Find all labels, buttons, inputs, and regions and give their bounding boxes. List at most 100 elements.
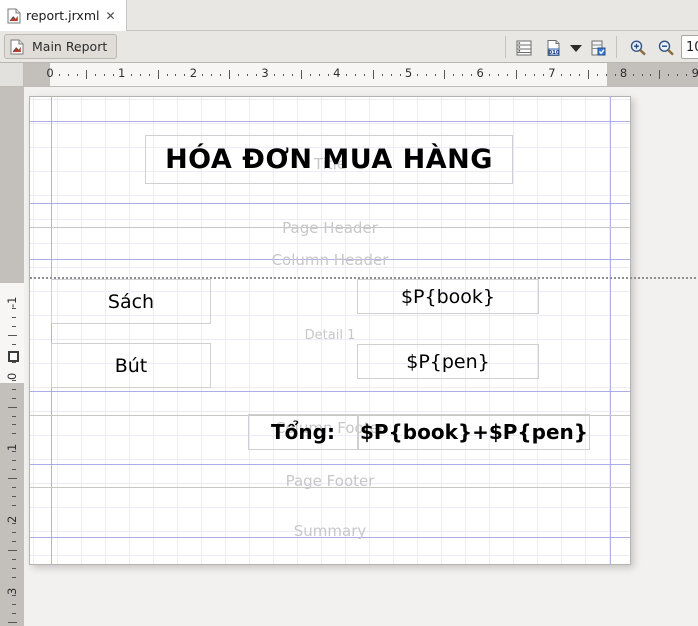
ruler-tick bbox=[86, 70, 87, 79]
vertical-ruler: -10123 bbox=[0, 87, 24, 626]
main-report-label: Main Report bbox=[32, 39, 107, 54]
item-label-but[interactable]: Bút bbox=[51, 343, 211, 388]
ruler-tick-label: 1 bbox=[118, 66, 125, 80]
ruler-tick bbox=[301, 70, 302, 79]
zoom-level-input[interactable]: 100% bbox=[681, 35, 698, 59]
ruler-tick bbox=[561, 74, 562, 76]
report-data-010-icon[interactable]: 010 bbox=[542, 36, 566, 59]
main-report-button[interactable]: Main Report bbox=[4, 34, 117, 59]
ruler-tick bbox=[310, 74, 311, 76]
ruler-tick bbox=[113, 74, 114, 76]
ruler-tick bbox=[95, 74, 96, 76]
toolbar-separator bbox=[505, 36, 506, 58]
ruler-tick bbox=[12, 398, 16, 399]
ruler-tick bbox=[489, 74, 490, 76]
ruler-tick bbox=[292, 74, 293, 76]
ruler-tick bbox=[642, 74, 643, 76]
zoom-out-icon[interactable] bbox=[654, 36, 678, 59]
ruler-tick bbox=[12, 541, 16, 542]
band-label-summary: Summary bbox=[30, 522, 630, 540]
ruler-tick bbox=[435, 74, 436, 76]
ruler-tick bbox=[606, 74, 607, 76]
ruler-tick bbox=[650, 74, 651, 76]
ruler-tick-label: -1 bbox=[5, 297, 19, 308]
ruler-tick bbox=[202, 74, 203, 76]
ruler-tick-label: 8 bbox=[620, 66, 627, 80]
ruler-tick bbox=[12, 577, 16, 578]
ruler-tick bbox=[417, 74, 418, 76]
ruler-tick bbox=[516, 70, 517, 79]
band-label-column-header: Column Header bbox=[30, 251, 630, 269]
ruler-tick bbox=[12, 559, 16, 560]
ruler-tick bbox=[12, 613, 16, 614]
ruler-tick-label: 1 bbox=[5, 444, 19, 451]
ruler-tick bbox=[238, 74, 239, 76]
ruler-tick-label: 2 bbox=[5, 516, 19, 523]
ruler-tick bbox=[59, 74, 60, 76]
ruler-tick bbox=[12, 424, 16, 425]
ruler-tick bbox=[597, 74, 598, 76]
ruler-tick bbox=[328, 74, 329, 76]
ruler-tick bbox=[12, 568, 16, 569]
item-label-sach[interactable]: Sách bbox=[51, 279, 211, 324]
ruler-tick-label: 4 bbox=[333, 66, 340, 80]
ruler-tick-label: 2 bbox=[190, 66, 197, 80]
ruler-tick bbox=[659, 70, 660, 79]
ruler-tick bbox=[175, 74, 176, 76]
item-field-book[interactable]: $P{book} bbox=[357, 279, 539, 314]
ruler-tick bbox=[8, 478, 17, 479]
ruler-tick bbox=[355, 74, 356, 76]
report-file-icon bbox=[10, 39, 24, 55]
ruler-tick bbox=[633, 74, 634, 76]
ruler-tick-label: 3 bbox=[261, 66, 268, 80]
horizontal-ruler: 0123456789 bbox=[24, 63, 698, 87]
ruler-tick bbox=[400, 74, 401, 76]
report-file-icon bbox=[7, 8, 21, 24]
total-label[interactable]: Tổng: bbox=[248, 414, 358, 450]
ruler-tick bbox=[283, 74, 284, 76]
band-label-page-footer: Page Footer bbox=[30, 472, 630, 490]
ruler-tick bbox=[686, 74, 687, 76]
ruler-tick bbox=[346, 74, 347, 76]
ruler-tick bbox=[12, 389, 16, 390]
report-page[interactable]: Title Page Header Column Header Detail 1… bbox=[29, 96, 631, 565]
ruler-tick bbox=[8, 550, 17, 551]
toolbar-separator bbox=[616, 36, 617, 58]
ruler-tick bbox=[8, 407, 17, 408]
ruler-tick bbox=[391, 74, 392, 76]
ruler-tick bbox=[12, 469, 16, 470]
zoom-in-icon[interactable] bbox=[626, 36, 650, 59]
ruler-tick bbox=[8, 622, 17, 623]
report-properties-icon[interactable] bbox=[586, 36, 610, 59]
report-design-canvas[interactable]: Title Page Header Column Header Detail 1… bbox=[24, 87, 698, 626]
ruler-tick bbox=[373, 70, 374, 79]
ruler-tick bbox=[167, 74, 168, 76]
ruler-tick bbox=[364, 74, 365, 76]
ruler-tick bbox=[12, 532, 16, 533]
close-icon[interactable]: ✕ bbox=[105, 10, 115, 22]
ruler-tick bbox=[12, 487, 16, 488]
ruler-tick-label: 5 bbox=[405, 66, 412, 80]
ruler-tick bbox=[498, 74, 499, 76]
ruler-tick bbox=[12, 505, 16, 506]
report-bands-icon[interactable] bbox=[512, 36, 536, 59]
ruler-tick bbox=[382, 74, 383, 76]
editor-tab-report-jrxml[interactable]: report.jrxml ✕ bbox=[0, 0, 127, 31]
item-field-pen[interactable]: $P{pen} bbox=[357, 344, 539, 379]
ruler-tick-label: 3 bbox=[5, 587, 19, 594]
dropdown-arrow-icon[interactable] bbox=[564, 36, 588, 59]
ruler-tick bbox=[588, 70, 589, 79]
ruler-tick bbox=[426, 74, 427, 76]
total-field[interactable]: $P{book}+$P{pen} bbox=[358, 414, 590, 450]
ruler-tick bbox=[453, 74, 454, 76]
ruler-tick bbox=[12, 595, 16, 596]
ruler-tick bbox=[68, 74, 69, 76]
ruler-tick bbox=[579, 74, 580, 76]
band-resize-handle[interactable] bbox=[8, 351, 19, 362]
ruler-tick bbox=[274, 74, 275, 76]
ruler-tick bbox=[12, 451, 16, 452]
ruler-tick bbox=[12, 344, 16, 345]
ruler-tick bbox=[229, 70, 230, 79]
title-static-text[interactable]: HÓA ĐƠN MUA HÀNG bbox=[145, 135, 513, 184]
ruler-tick bbox=[444, 70, 445, 79]
